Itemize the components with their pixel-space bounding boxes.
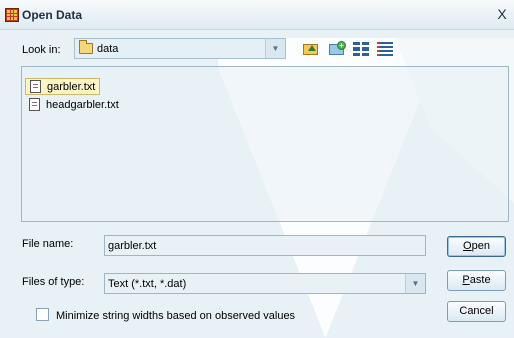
open-label: pen: [471, 240, 490, 252]
list-view-icon[interactable]: [352, 40, 370, 58]
file-item-garbler[interactable]: garbler.txt: [25, 78, 101, 95]
file-name-label: garbler.txt: [47, 80, 96, 93]
open-mnemonic: O: [463, 240, 472, 252]
files-of-type-label: Files of type:: [22, 276, 85, 288]
app-grid-icon: [5, 8, 19, 22]
file-name-label: headgarbler.txt: [46, 98, 119, 111]
dialog-title: Open Data: [22, 8, 83, 22]
minimize-checkbox-label: Minimize string widths based on observed…: [56, 310, 296, 322]
paste-button[interactable]: Paste: [447, 270, 506, 291]
file-name-label: File name:: [22, 238, 74, 250]
new-folder-icon[interactable]: +: [328, 40, 346, 58]
text-file-icon: [30, 80, 41, 93]
close-icon[interactable]: X: [494, 6, 510, 22]
folder-icon: [79, 40, 93, 54]
chevron-down-icon[interactable]: ▼: [405, 274, 425, 293]
cancel-button[interactable]: Cancel: [447, 301, 506, 322]
details-view-icon[interactable]: [376, 40, 394, 58]
open-button[interactable]: Open: [447, 236, 506, 257]
minimize-checkbox[interactable]: [36, 308, 49, 321]
title-bar[interactable]: Open Data X: [0, 0, 514, 30]
look-in-value: data: [97, 43, 119, 55]
file-list[interactable]: garbler.txt headgarbler.txt: [21, 66, 509, 222]
look-in-select[interactable]: data ▼: [74, 38, 286, 59]
look-in-label: Look in:: [22, 44, 61, 56]
file-name-input[interactable]: garbler.txt: [104, 235, 426, 256]
file-name-value: garbler.txt: [108, 240, 157, 252]
paste-label: aste: [469, 274, 491, 286]
open-data-dialog: Open Data X Look in: data ▼ + garbler.tx…: [0, 0, 514, 338]
files-of-type-select[interactable]: Text (*.txt, *.dat) ▼: [104, 273, 426, 294]
files-of-type-value: Text (*.txt, *.dat): [108, 278, 187, 290]
chevron-down-icon[interactable]: ▼: [265, 39, 285, 58]
up-folder-icon[interactable]: [302, 40, 320, 58]
text-file-icon: [29, 98, 40, 111]
paste-mnemonic: P: [462, 274, 470, 286]
file-item-headgarbler[interactable]: headgarbler.txt: [25, 96, 123, 113]
